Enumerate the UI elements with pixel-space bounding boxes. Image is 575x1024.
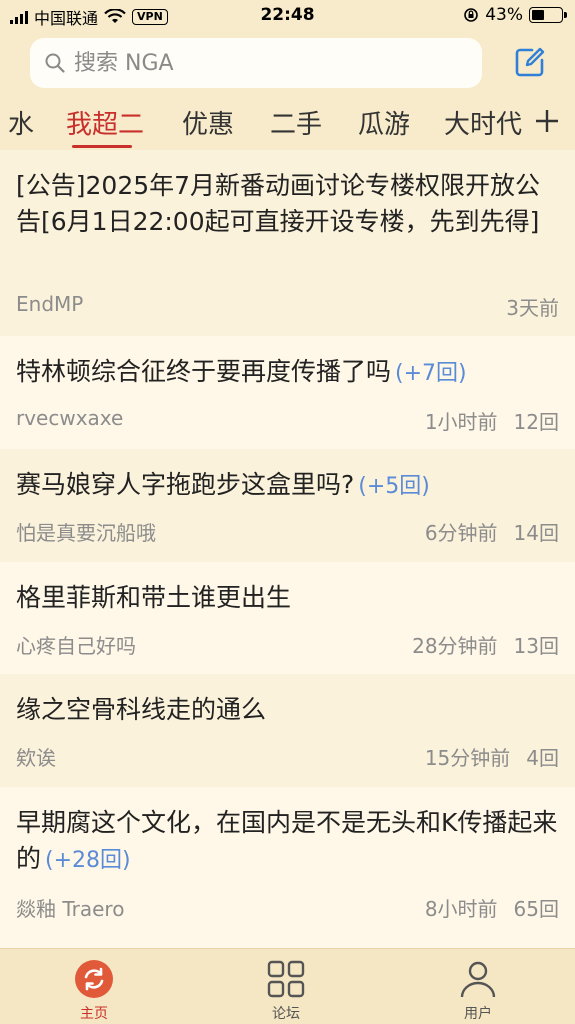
post-title: [公告]2025年7月新番动画讨论专楼权限开放公告[6月1日22:00起可直接开… [16,171,541,236]
search-input[interactable] [74,50,454,76]
tab-guayou[interactable]: 瓜游 [358,104,410,141]
nav-forum-label: 论坛 [272,1006,300,1022]
battery-percent: 43% [485,5,523,25]
grid-icon [267,960,305,998]
reply-count: 14回 [513,521,559,545]
rotation-lock-icon [464,8,479,22]
post-author: 心疼自己好吗 [16,634,136,658]
list-item[interactable]: 特林顿综合征终于要再度传播了吗 (+7回) rvecwxaxe 1小时前 12回 [0,336,575,449]
post-title: 早期腐这个文化，在国内是不是无头和K传播起来的 (+28回) [16,808,558,873]
refresh-icon [75,960,113,998]
post-author: 怕是真要沉船哦 [16,521,156,545]
new-replies-badge: (+5回) [358,474,430,499]
post-meta: rvecwxaxe 1小时前 12回 [16,406,559,435]
post-time: 3天前 [506,296,559,320]
post-title: 格里菲斯和带土谁更出生 [16,583,292,612]
nav-home[interactable]: 主页 [54,959,134,1023]
post-time: 15分钟前 [424,746,511,770]
post-author: rvecwxaxe [16,406,124,430]
compose-icon[interactable] [512,44,548,80]
post-time: 8小时前 [424,897,498,921]
search-icon [45,53,65,73]
bottom-nav: 主页 论坛 用户 [0,948,575,1024]
post-meta: EndMP 3天前 [16,292,559,321]
plus-icon[interactable] [532,106,562,136]
new-replies-badge: (+28回) [45,848,131,873]
post-time: 28分钟前 [412,634,498,658]
post-meta: 心疼自己好吗 28分钟前 13回 [16,630,559,659]
active-tab-indicator [72,145,132,148]
list-item[interactable]: 格里菲斯和带土谁更出生 心疼自己好吗 28分钟前 13回 [0,562,575,674]
tab-youhui[interactable]: 优惠 [182,104,234,141]
post-title: 缘之空骨科线走的通么 [16,695,267,724]
list-item[interactable]: 赛马娘穿人字拖跑步这盒里吗? (+5回) 怕是真要沉船哦 6分钟前 14回 [0,449,575,562]
post-meta: 燚釉 Traero 8小时前 65回 [16,893,559,922]
reply-count: 13回 [513,634,559,658]
post-author: EndMP [16,292,84,316]
post-meta: 怕是真要沉船哦 6分钟前 14回 [16,517,559,546]
tab-ershou[interactable]: 二手 [270,104,322,141]
post-time: 1小时前 [424,410,498,434]
user-icon [460,961,496,998]
new-replies-badge: (+7回) [395,361,467,386]
status-bar: 中国联通 VPN 22:48 43% [0,0,575,32]
post-author: 燚釉 Traero [16,897,125,921]
channel-tabs: 水 我超二 优惠 二手 瓜游 大时代 [0,100,575,150]
post-author: 欸诶 [16,746,56,770]
reply-count: 4回 [526,746,559,770]
battery-icon [529,7,567,23]
tab-dashidai[interactable]: 大时代 [444,104,522,141]
search-bar[interactable] [30,38,482,88]
nav-forum[interactable]: 论坛 [246,959,326,1023]
nav-user-label: 用户 [464,1006,492,1022]
header: 水 我超二 优惠 二手 瓜游 大时代 [0,32,575,150]
post-title: 特林顿综合征终于要再度传播了吗 (+7回) [16,357,467,386]
post-title: 赛马娘穿人字拖跑步这盒里吗? (+5回) [16,470,430,499]
reply-count: 65回 [513,897,559,921]
nav-home-label: 主页 [80,1006,108,1022]
tab-shui[interactable]: 水 [8,104,34,141]
post-list: [公告]2025年7月新番动画讨论专楼权限开放公告[6月1日22:00起可直接开… [0,150,575,948]
list-item[interactable]: [公告]2025年7月新番动画讨论专楼权限开放公告[6月1日22:00起可直接开… [0,150,575,336]
post-time: 6分钟前 [424,521,498,545]
nav-user[interactable]: 用户 [438,959,518,1023]
reply-count: 12回 [513,410,559,434]
tab-wochaoer[interactable]: 我超二 [66,104,144,141]
list-item[interactable]: 早期腐这个文化，在国内是不是无头和K传播起来的 (+28回) 燚釉 Traero … [0,787,575,948]
list-item[interactable]: 缘之空骨科线走的通么 欸诶 15分钟前 4回 [0,674,575,787]
post-meta: 欸诶 15分钟前 4回 [16,742,559,771]
